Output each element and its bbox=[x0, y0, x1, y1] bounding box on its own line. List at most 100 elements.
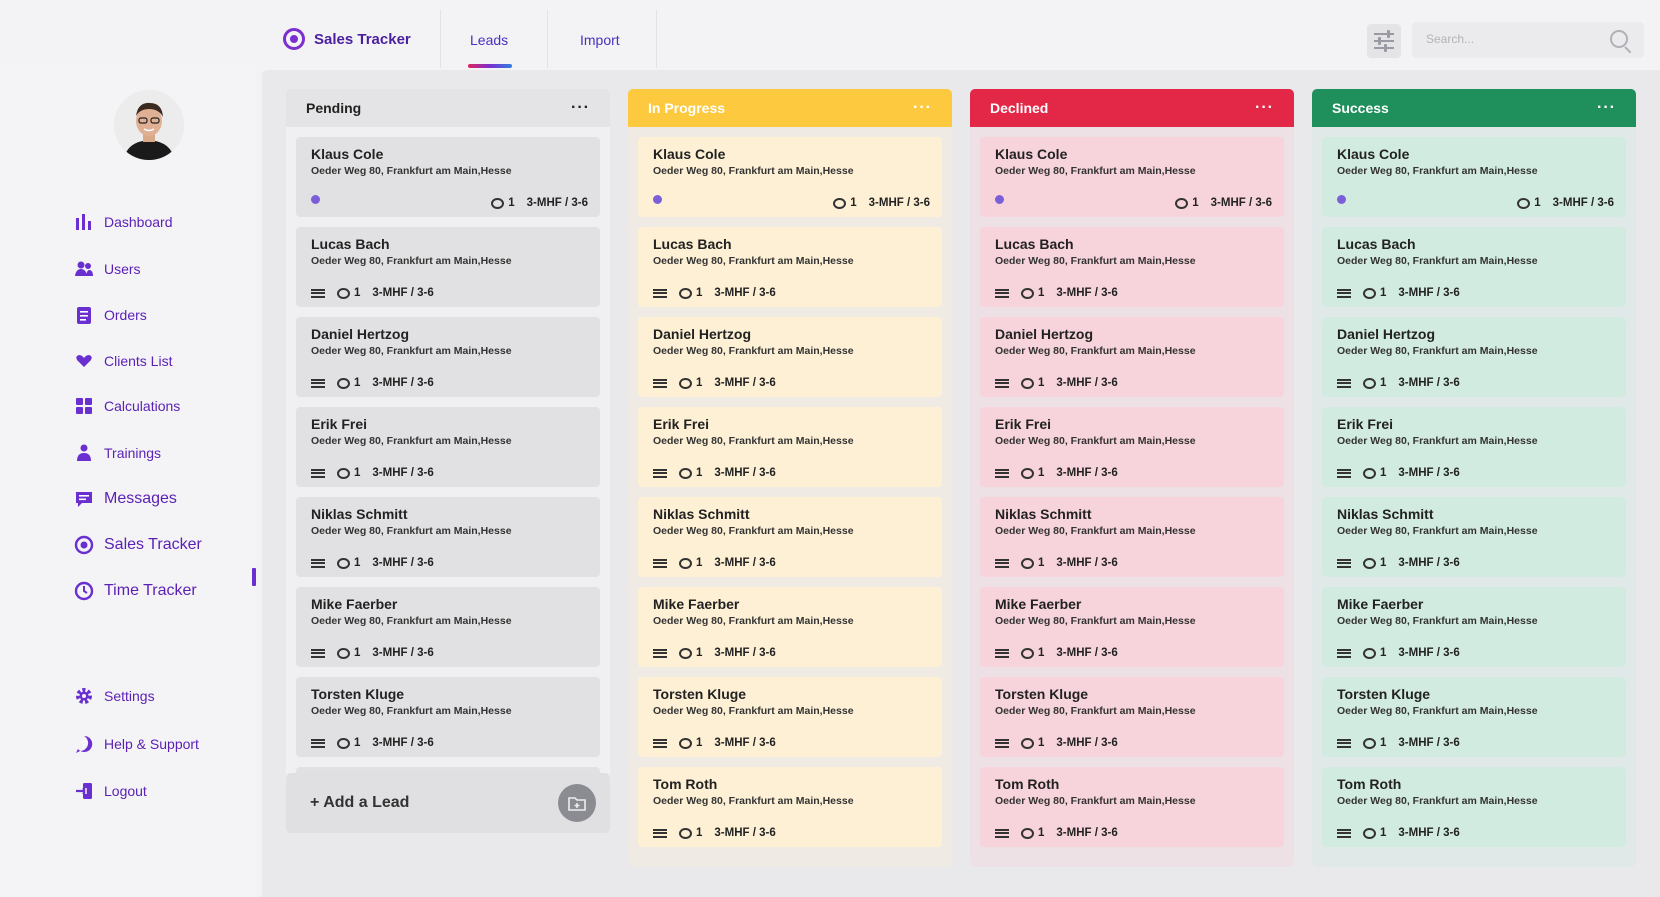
lead-card[interactable]: Lucas Bach Oeder Weg 80, Frankfurt am Mai… bbox=[638, 227, 942, 307]
sidebar-item-trainings[interactable]: Trainings bbox=[74, 443, 161, 463]
lead-card[interactable]: Tom Roth Oeder Weg 80, Frankfurt am Main,… bbox=[1322, 767, 1626, 847]
comments-count[interactable]: 1 bbox=[679, 467, 702, 479]
comments-count[interactable]: 1 bbox=[1363, 377, 1386, 389]
more-icon[interactable]: ··· bbox=[571, 99, 590, 117]
lead-card[interactable]: Mike Faerber Oeder Weg 80, Frankfurt am M… bbox=[1322, 587, 1626, 667]
search-box[interactable] bbox=[1412, 22, 1644, 58]
comments-count[interactable]: 1 bbox=[679, 287, 702, 299]
comments-count[interactable]: 1 bbox=[679, 647, 702, 659]
lead-card[interactable]: Tom Roth Oeder Weg 80, Frankfurt am Main,… bbox=[638, 767, 942, 847]
comments-count[interactable]: 1 bbox=[491, 197, 515, 209]
comments-count[interactable]: 1 bbox=[1021, 467, 1044, 479]
lead-card[interactable]: Erik Frei Oeder Weg 80, Frankfurt am Main… bbox=[296, 407, 600, 487]
sidebar-item-help-support[interactable]: ? Help & Support bbox=[74, 734, 199, 754]
comments-count[interactable]: 1 bbox=[679, 377, 702, 389]
comments-count[interactable]: 1 bbox=[679, 827, 702, 839]
lead-card[interactable]: Erik Frei Oeder Weg 80, Frankfurt am Main… bbox=[980, 407, 1284, 487]
lead-card[interactable]: Niklas Schmitt Oeder Weg 80, Frankfurt am… bbox=[1322, 497, 1626, 577]
tab-import[interactable]: Import bbox=[580, 32, 620, 48]
lead-card[interactable]: Lucas Bach Oeder Weg 80, Frankfurt am Mai… bbox=[296, 227, 600, 307]
comment-icon bbox=[833, 197, 847, 209]
comments-count[interactable]: 1 bbox=[1363, 557, 1386, 569]
lead-card[interactable]: Mike Faerber Oeder Weg 80, Frankfurt am M… bbox=[638, 587, 942, 667]
sidebar-item-settings[interactable]: Settings bbox=[74, 686, 155, 706]
comments-count[interactable]: 1 bbox=[337, 467, 360, 479]
lead-card[interactable]: Lucas Bach Oeder Weg 80, Frankfurt am Mai… bbox=[1322, 227, 1626, 307]
lead-card[interactable]: Mike Faerber Oeder Weg 80, Frankfurt am M… bbox=[980, 587, 1284, 667]
lead-card[interactable]: Torsten Kluge Oeder Weg 80, Frankfurt am … bbox=[980, 677, 1284, 757]
lead-address: Oeder Weg 80, Frankfurt am Main,Hesse bbox=[311, 345, 512, 357]
comments-count[interactable]: 1 bbox=[1021, 737, 1044, 749]
more-icon[interactable]: ··· bbox=[1255, 99, 1274, 117]
more-icon[interactable]: ··· bbox=[913, 99, 932, 117]
lead-card[interactable]: Daniel Hertzog Oeder Weg 80, Frankfurt am… bbox=[638, 317, 942, 397]
lead-card[interactable]: Klaus Cole Oeder Weg 80, Frankfurt am Mai… bbox=[296, 137, 600, 217]
lead-card[interactable]: Daniel Hertzog Oeder Weg 80, Frankfurt am… bbox=[1322, 317, 1626, 397]
lead-address: Oeder Weg 80, Frankfurt am Main,Hesse bbox=[1337, 615, 1538, 627]
comments-count[interactable]: 1 bbox=[337, 647, 360, 659]
comments-count[interactable]: 1 bbox=[337, 737, 360, 749]
comments-count[interactable]: 1 bbox=[1021, 827, 1044, 839]
comments-count[interactable]: 1 bbox=[1517, 197, 1541, 209]
comments-count[interactable]: 1 bbox=[1363, 737, 1386, 749]
comments-count[interactable]: 1 bbox=[1363, 647, 1386, 659]
lead-card[interactable]: Erik Frei Oeder Weg 80, Frankfurt am Main… bbox=[638, 407, 942, 487]
comments-count[interactable]: 1 bbox=[1021, 557, 1044, 569]
comment-icon bbox=[1175, 197, 1189, 209]
lead-card[interactable]: Niklas Schmitt Oeder Weg 80, Frankfurt am… bbox=[638, 497, 942, 577]
sidebar-item-dashboard[interactable]: Dashboard bbox=[74, 212, 173, 232]
lead-card[interactable]: Niklas Schmitt Oeder Weg 80, Frankfurt am… bbox=[980, 497, 1284, 577]
lead-card[interactable]: Torsten Kluge Oeder Weg 80, Frankfurt am … bbox=[638, 677, 942, 757]
sidebar-item-label: Logout bbox=[104, 783, 147, 799]
lead-card[interactable]: Klaus Cole Oeder Weg 80, Frankfurt am Mai… bbox=[638, 137, 942, 217]
search-input[interactable] bbox=[1426, 32, 1586, 46]
status-dot-icon bbox=[653, 195, 662, 204]
comments-count[interactable]: 1 bbox=[1021, 287, 1044, 299]
more-icon[interactable]: ··· bbox=[1597, 99, 1616, 117]
lead-address: Oeder Weg 80, Frankfurt am Main,Hesse bbox=[995, 345, 1196, 357]
sidebar-item-calculations[interactable]: Calculations bbox=[74, 396, 180, 416]
lead-card[interactable]: Klaus Cole Oeder Weg 80, Frankfurt am Mai… bbox=[1322, 137, 1626, 217]
sidebar-item-messages[interactable]: Messages bbox=[74, 489, 177, 509]
lead-card[interactable]: Niklas Schmitt Oeder Weg 80, Frankfurt am… bbox=[296, 497, 600, 577]
comments-count[interactable]: 1 bbox=[679, 557, 702, 569]
lead-card[interactable]: Tom Roth Oeder Weg 80, Frankfurt am Main,… bbox=[980, 767, 1284, 847]
sidebar-item-users[interactable]: Users bbox=[74, 259, 141, 279]
comments-count[interactable]: 1 bbox=[1021, 647, 1044, 659]
sidebar-item-clients-list[interactable]: Clients List bbox=[74, 351, 172, 371]
description-icon bbox=[311, 378, 325, 388]
sliders-icon[interactable] bbox=[1367, 24, 1401, 58]
lead-card[interactable]: Klaus Cole Oeder Weg 80, Frankfurt am Mai… bbox=[980, 137, 1284, 217]
comments-count[interactable]: 1 bbox=[679, 737, 702, 749]
sidebar-item-sales-tracker[interactable]: Sales Tracker bbox=[74, 535, 202, 555]
comments-count[interactable]: 1 bbox=[337, 557, 360, 569]
comments-count[interactable]: 1 bbox=[833, 197, 857, 209]
comments-count[interactable]: 1 bbox=[337, 377, 360, 389]
comments-count[interactable]: 1 bbox=[337, 287, 360, 299]
lead-card[interactable]: Mike Faerber Oeder Weg 80, Frankfurt am M… bbox=[296, 587, 600, 667]
lead-address: Oeder Weg 80, Frankfurt am Main,Hesse bbox=[653, 615, 854, 627]
lead-card[interactable]: Erik Frei Oeder Weg 80, Frankfurt am Main… bbox=[1322, 407, 1626, 487]
lead-name: Tom Roth bbox=[653, 776, 718, 792]
lead-card[interactable]: Torsten Kluge Oeder Weg 80, Frankfurt am … bbox=[1322, 677, 1626, 757]
search-icon[interactable] bbox=[1610, 30, 1628, 48]
lead-card[interactable]: Torsten Kluge Oeder Weg 80, Frankfurt am … bbox=[296, 677, 600, 757]
comments-count[interactable]: 1 bbox=[1363, 827, 1386, 839]
sidebar-item-logout[interactable]: Logout bbox=[74, 781, 147, 801]
lead-card[interactable]: Daniel Hertzog Oeder Weg 80, Frankfurt am… bbox=[296, 317, 600, 397]
sidebar-item-orders[interactable]: Orders bbox=[74, 305, 147, 325]
comment-count: 1 bbox=[1380, 377, 1387, 389]
avatar[interactable] bbox=[114, 90, 184, 160]
comments-count[interactable]: 1 bbox=[1363, 287, 1386, 299]
comments-count[interactable]: 1 bbox=[1175, 197, 1199, 209]
add-lead-button[interactable]: + Add a Lead bbox=[286, 773, 610, 833]
folder-plus-icon[interactable] bbox=[558, 784, 596, 822]
comments-count[interactable]: 1 bbox=[1363, 467, 1386, 479]
brand[interactable]: Sales Tracker bbox=[283, 28, 411, 50]
sidebar-item-time-tracker[interactable]: Time Tracker bbox=[74, 581, 197, 601]
lead-card[interactable]: Lucas Bach Oeder Weg 80, Frankfurt am Mai… bbox=[980, 227, 1284, 307]
tab-leads[interactable]: Leads bbox=[470, 32, 508, 48]
comments-count[interactable]: 1 bbox=[1021, 377, 1044, 389]
comment-icon bbox=[337, 287, 350, 299]
lead-card[interactable]: Daniel Hertzog Oeder Weg 80, Frankfurt am… bbox=[980, 317, 1284, 397]
